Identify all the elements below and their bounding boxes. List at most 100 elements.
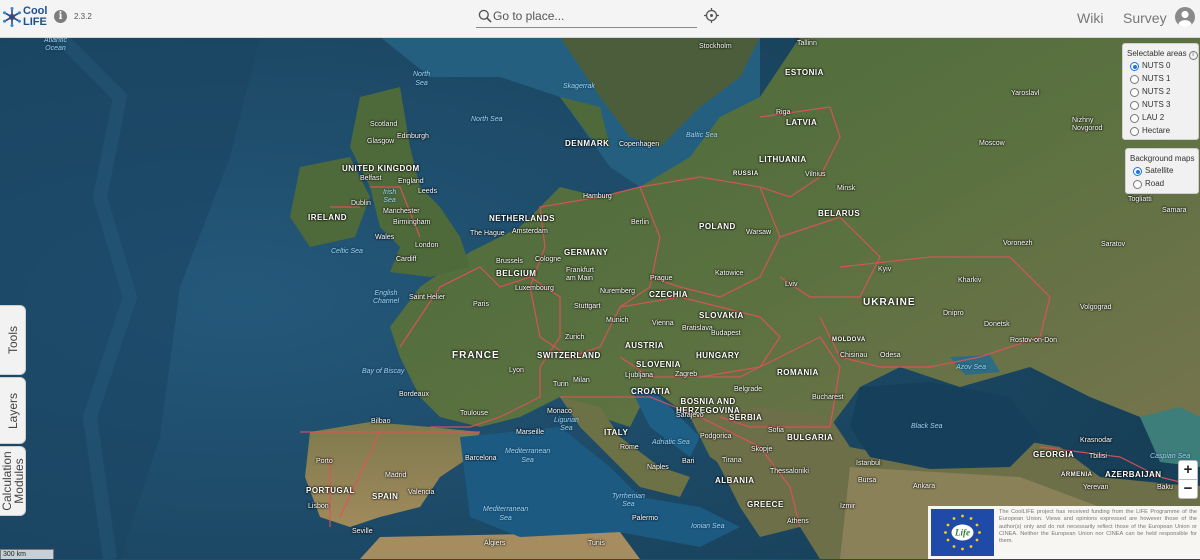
- radio-icon[interactable]: [1130, 75, 1139, 84]
- city-label: Copenhagen: [619, 141, 660, 148]
- city-label: Belfast: [360, 175, 382, 182]
- radio-icon[interactable]: [1130, 127, 1139, 136]
- country-label: BELARUS: [818, 209, 861, 218]
- country-label: PORTUGAL: [306, 486, 355, 495]
- city-label: Vienna: [652, 320, 674, 327]
- sea-label: Caspian Sea: [1150, 453, 1191, 460]
- radio-icon[interactable]: [1130, 101, 1139, 110]
- radio-icon[interactable]: [1133, 180, 1142, 189]
- sea-label: North Sea: [471, 116, 503, 123]
- app-version: 2.3.2: [74, 12, 92, 21]
- city-label: Toulouse: [460, 410, 489, 417]
- sea-label: Irish Sea: [383, 189, 397, 204]
- sea-label: Mediterranean Sea: [505, 448, 551, 464]
- sea-label: Ligurian Sea: [554, 417, 579, 432]
- city-label: Hamburg: [583, 193, 612, 200]
- area-option-label: LAU 2: [1142, 113, 1165, 122]
- background-maps-panel: Background maps Satellite Road: [1125, 148, 1199, 194]
- city-label: Bari: [682, 458, 695, 465]
- country-label: CZECHIA: [649, 290, 689, 299]
- city-label: Krasnodar: [1080, 437, 1113, 444]
- selectable-areas-panel: Selectable areas i NUTS 0 NUTS 1 NUTS 2 N…: [1122, 43, 1199, 140]
- background-maps-title: Background maps: [1130, 154, 1195, 163]
- city-label: Ankara: [913, 483, 936, 490]
- radio-icon[interactable]: [1130, 114, 1139, 123]
- tab-tools[interactable]: Tools: [0, 305, 26, 375]
- country-label: ESTONIA: [785, 68, 824, 77]
- sea-label: English Channel: [373, 290, 400, 305]
- basemap-option-label: Satellite: [1145, 166, 1174, 175]
- city-label: Ljubljana: [625, 372, 654, 379]
- wiki-link[interactable]: Wiki: [1077, 10, 1103, 26]
- user-silhouette-icon: [1178, 10, 1192, 27]
- city-label: Naples: [647, 464, 669, 471]
- tab-tools-label: Tools: [5, 325, 20, 355]
- help-icon[interactable]: i: [1188, 51, 1198, 60]
- country-label: POLAND: [699, 222, 736, 231]
- country-label: DENMARK: [565, 139, 610, 148]
- city-label: Bucharest: [812, 394, 844, 401]
- country-label: SLOVENIA: [636, 360, 681, 369]
- tab-calculation-modules-label: Calculation Modules: [0, 451, 26, 511]
- country-label: ALBANIA: [715, 476, 755, 485]
- country-label: IRELAND: [308, 213, 348, 222]
- funding-notice: Life The CoolLIFE project has received f…: [928, 506, 1200, 559]
- radio-selected-icon[interactable]: [1130, 62, 1139, 71]
- selectable-areas-title: Selectable areas i: [1127, 49, 1198, 60]
- map-view[interactable]: IRELAND UNITED KINGDOM FRANCE SPAIN PORT…: [0, 37, 1200, 559]
- country-label: BELGIUM: [496, 269, 537, 278]
- tab-layers-label: Layers: [5, 392, 20, 429]
- city-label: Munich: [606, 317, 629, 324]
- logo-text: Cool LIFE: [23, 6, 47, 28]
- city-label: Katowice: [715, 270, 744, 277]
- snowflake-logo-icon: [3, 7, 21, 27]
- city-label: Stuttgart: [574, 303, 601, 310]
- eu-logo-text: Life: [954, 528, 970, 538]
- city-label: Istanbul: [856, 460, 881, 467]
- radio-selected-icon[interactable]: [1133, 167, 1142, 176]
- city-label: Porto: [316, 458, 333, 465]
- city-label: Edinburgh: [397, 133, 429, 140]
- country-label: SERBIA: [729, 413, 763, 422]
- city-label: Berlin: [631, 219, 649, 226]
- city-label: Manchester: [383, 208, 420, 215]
- user-account-icon[interactable]: [1175, 7, 1195, 27]
- info-icon[interactable]: i: [54, 10, 67, 23]
- city-label: Kharkiv: [958, 277, 982, 284]
- area-option-label: NUTS 0: [1142, 61, 1171, 70]
- city-label: Stockholm: [699, 43, 732, 50]
- place-search: [476, 5, 697, 28]
- city-label: Tbilisi: [1089, 453, 1107, 460]
- zoom-in-button[interactable]: +: [1178, 460, 1198, 480]
- logo-word-life: LIFE: [23, 16, 47, 28]
- city-label: Frankfurt am Main: [566, 267, 595, 282]
- city-label: Milan: [573, 377, 590, 384]
- selectable-areas-title-text: Selectable areas: [1127, 49, 1187, 58]
- basemap-option-label: Road: [1145, 179, 1165, 188]
- sea-label: Tyrrhenian Sea: [612, 493, 645, 508]
- city-label: Skopje: [751, 446, 773, 453]
- tab-layers[interactable]: Layers: [0, 377, 26, 444]
- search-input[interactable]: [493, 6, 693, 26]
- country-label: FRANCE: [452, 350, 500, 361]
- city-label: Barcelona: [465, 455, 497, 462]
- area-option-label: NUTS 3: [1142, 100, 1171, 109]
- city-label: Zagreb: [675, 371, 698, 378]
- city-label: Cardiff: [396, 256, 417, 263]
- sea-label: Black Sea: [911, 423, 943, 430]
- sea-label: Skagerrak: [563, 83, 595, 90]
- sea-label: Adriatic Sea: [652, 439, 690, 446]
- crosshair-locate-icon[interactable]: [704, 8, 719, 23]
- city-label: Dublin: [351, 200, 371, 207]
- zoom-out-button[interactable]: −: [1178, 479, 1198, 499]
- city-label: Thessaloniki: [770, 468, 809, 475]
- coollife-logo[interactable]: Cool LIFE: [2, 4, 48, 32]
- country-label: CROATIA: [631, 387, 671, 396]
- radio-icon[interactable]: [1130, 88, 1139, 97]
- city-label: The Hague: [470, 230, 505, 237]
- survey-link[interactable]: Survey: [1123, 10, 1167, 26]
- city-label: Birmingham: [393, 219, 431, 226]
- country-label: ITALY: [604, 428, 629, 437]
- city-label: Marseille: [516, 429, 545, 436]
- tab-calculation-modules[interactable]: Calculation Modules: [0, 446, 26, 516]
